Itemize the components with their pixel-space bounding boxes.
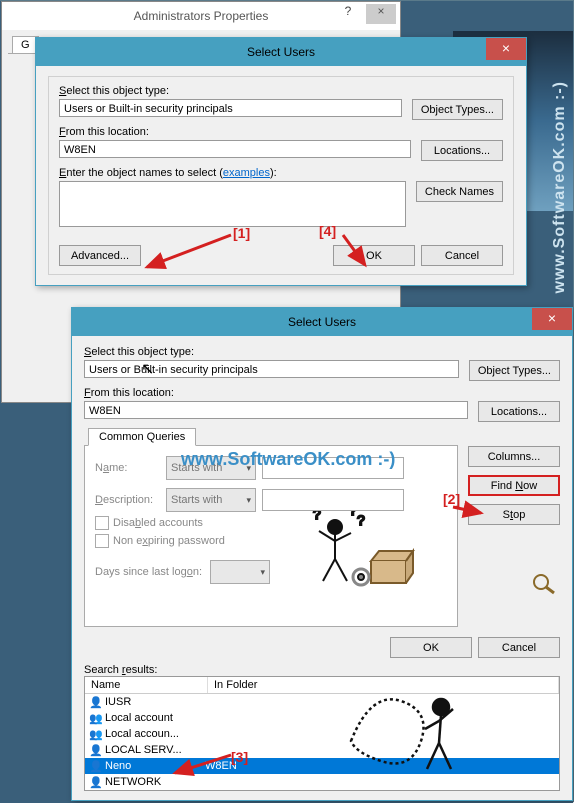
location-input-2[interactable]: W8EN bbox=[84, 401, 468, 419]
result-name: Local account bbox=[105, 712, 201, 724]
parent-title-text: Administrators Properties bbox=[134, 9, 269, 23]
chevron-down-icon: ▾ bbox=[246, 495, 251, 506]
user-icon: 👤 bbox=[89, 744, 101, 756]
dialog1-title: Select Users bbox=[247, 45, 315, 59]
decorative-figure: ? ? ? bbox=[301, 511, 421, 597]
label-object-type: SSelect this object type:elect this obje… bbox=[59, 85, 503, 97]
location-input[interactable]: W8EN bbox=[59, 140, 411, 158]
advanced-button[interactable]: Advanced... bbox=[59, 245, 141, 266]
locations-button[interactable]: Locations... bbox=[421, 140, 503, 161]
description-filter-input[interactable] bbox=[262, 489, 404, 511]
result-row[interactable]: 👤 LOCAL SERV... bbox=[85, 742, 559, 758]
result-row[interactable]: 👥 Local accoun... bbox=[85, 726, 559, 742]
find-now-button[interactable]: Find Now bbox=[468, 475, 560, 496]
close-button-parent[interactable]: × bbox=[366, 4, 396, 24]
result-name: Neno bbox=[105, 760, 201, 772]
object-names-input[interactable] bbox=[59, 181, 406, 227]
cancel-button[interactable]: Cancel bbox=[421, 245, 503, 266]
label-description-filter: Description: bbox=[95, 494, 160, 506]
user-icon: 👤 bbox=[89, 760, 101, 772]
stop-button[interactable]: Stop bbox=[468, 504, 560, 525]
dialog2-title: Select Users bbox=[288, 315, 356, 329]
examples-link[interactable]: examples bbox=[223, 167, 270, 179]
search-results-table[interactable]: Name In Folder 👤 IUSR 👥 Local account 👥 Local… bbox=[84, 676, 560, 791]
label-search-results: Search results: bbox=[84, 664, 560, 676]
result-name: IUSR bbox=[105, 696, 201, 708]
watermark-center: www.SoftwareOK.com :-) bbox=[181, 449, 395, 470]
ok-button-2[interactable]: OK bbox=[390, 637, 472, 658]
results-header: Name In Folder bbox=[85, 677, 559, 694]
locations-button-2[interactable]: Locations... bbox=[478, 401, 560, 422]
result-row[interactable]: 👤 Neno W8EN bbox=[85, 758, 559, 774]
description-condition-select[interactable]: Starts with▾ bbox=[166, 488, 256, 512]
group-icon: 👥 bbox=[89, 728, 101, 740]
object-type-input[interactable]: Users or Built-in security principals bbox=[59, 99, 402, 117]
result-name: Local accoun... bbox=[105, 728, 201, 740]
ok-button[interactable]: OK bbox=[333, 245, 415, 266]
object-types-button-2[interactable]: Object Types... bbox=[469, 360, 560, 381]
select-users-dialog: Select Users × SSelect this object type:… bbox=[35, 37, 527, 286]
object-types-button[interactable]: Object Types... bbox=[412, 99, 503, 120]
user-icon: 👤 bbox=[89, 776, 101, 788]
result-row[interactable]: 👤 NETWORK bbox=[85, 774, 559, 790]
label-location-2: From this location: bbox=[84, 387, 560, 399]
close-icon[interactable]: × bbox=[486, 38, 526, 60]
dialog1-titlebar[interactable]: Select Users × bbox=[36, 38, 526, 66]
label-name-filter: Name: bbox=[95, 462, 160, 474]
cursor-icon: ↖ bbox=[141, 359, 154, 379]
label-object-type-2: Select this object type: bbox=[84, 346, 560, 358]
svg-text:?: ? bbox=[349, 511, 357, 518]
svg-text:?: ? bbox=[313, 511, 321, 522]
result-name: LOCAL SERV... bbox=[105, 744, 201, 756]
columns-button[interactable]: Columns... bbox=[468, 446, 560, 467]
label-location: From this location: bbox=[59, 126, 503, 138]
check-names-button[interactable]: Check Names bbox=[416, 181, 503, 202]
days-select[interactable]: ▾ bbox=[210, 560, 270, 584]
dialog2-titlebar[interactable]: Select Users × bbox=[72, 308, 572, 336]
result-name: NETWORK bbox=[105, 776, 201, 788]
tab-common-queries[interactable]: Common Queries bbox=[88, 428, 196, 446]
parent-title-bar: Administrators Properties ? × bbox=[2, 2, 400, 30]
user-icon: 👤 bbox=[89, 696, 101, 708]
svg-text:?: ? bbox=[357, 512, 365, 528]
help-button[interactable]: ? bbox=[334, 4, 362, 24]
label-days-logon: Days since last logon: bbox=[95, 566, 202, 578]
label-object-names: Enter the object names to select (exampl… bbox=[59, 167, 503, 179]
result-row[interactable]: 👥 Local account bbox=[85, 710, 559, 726]
cancel-button-2[interactable]: Cancel bbox=[478, 637, 560, 658]
watermark-side: www.SoftwareOK.com :-) bbox=[551, 81, 569, 294]
group-icon: 👥 bbox=[89, 712, 101, 724]
chevron-down-icon: ▾ bbox=[261, 567, 266, 578]
close-icon-2[interactable]: × bbox=[532, 308, 572, 330]
result-row[interactable]: 👤 IUSR bbox=[85, 694, 559, 710]
result-folder: W8EN bbox=[205, 760, 237, 772]
search-icon bbox=[530, 571, 560, 595]
decorative-figure-2 bbox=[331, 681, 471, 789]
column-name[interactable]: Name bbox=[85, 677, 208, 693]
